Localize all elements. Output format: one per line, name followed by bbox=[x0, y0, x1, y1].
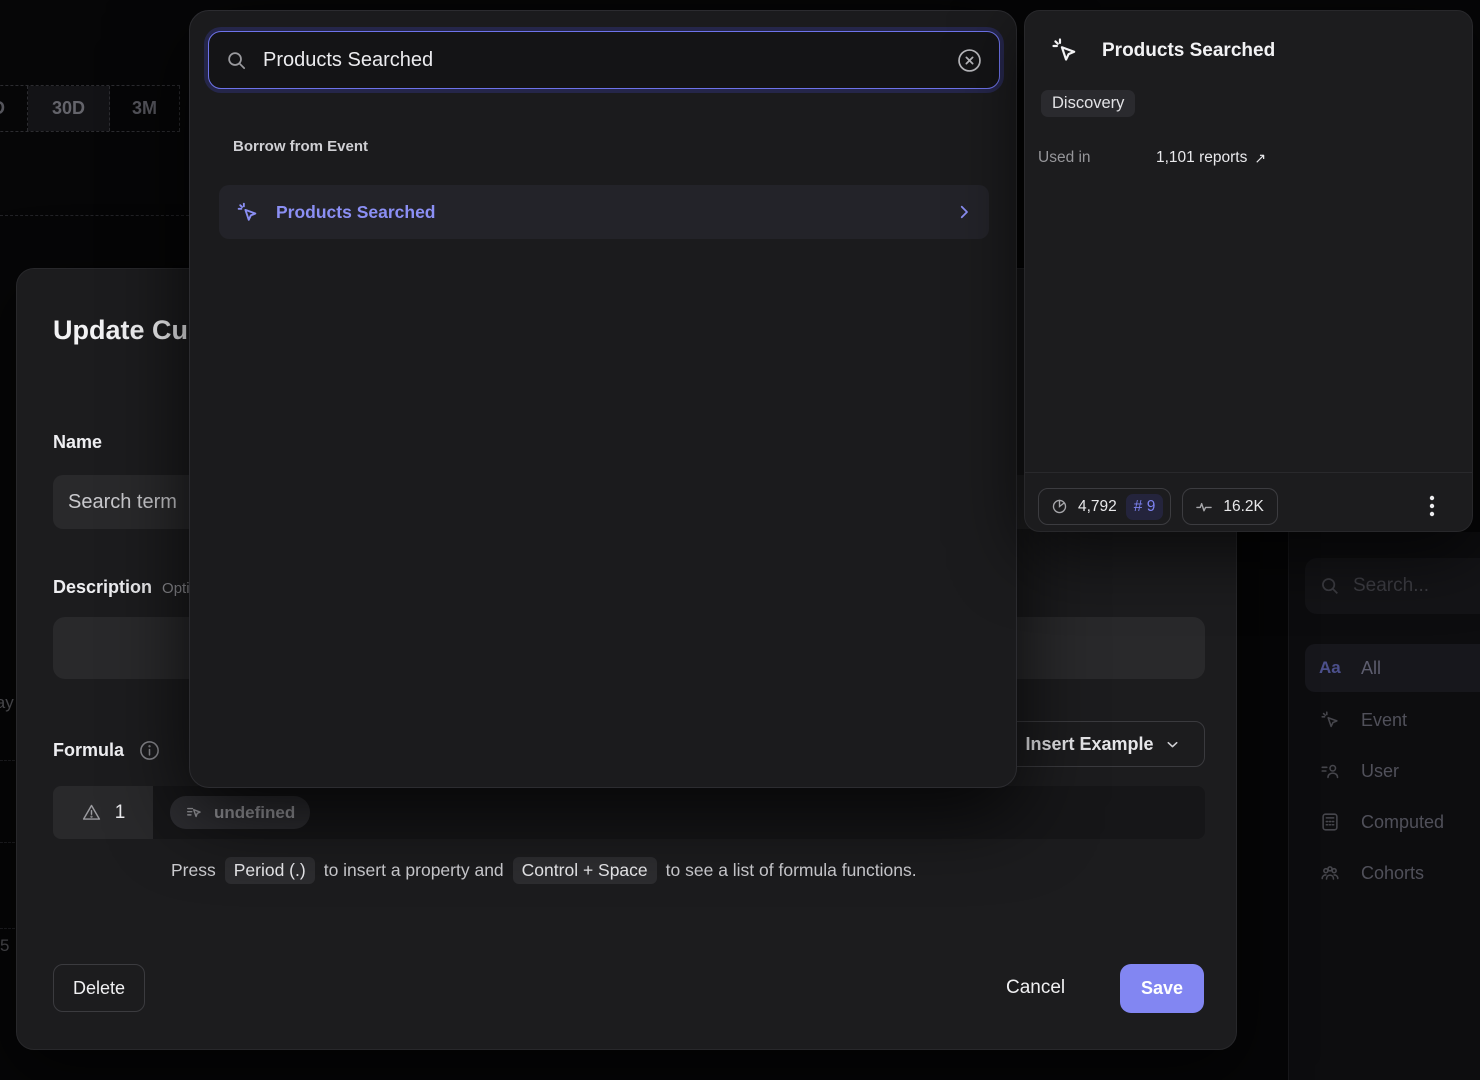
sidebar-item-label: Cohorts bbox=[1361, 863, 1424, 884]
search-box bbox=[208, 31, 1000, 89]
sidebar-item-label: User bbox=[1361, 761, 1399, 782]
sidebar-item-label: Event bbox=[1361, 710, 1407, 731]
save-button[interactable]: Save bbox=[1120, 964, 1204, 1013]
unique-count-pill[interactable]: 4,792 # 9 bbox=[1038, 488, 1171, 525]
rank-badge: # 9 bbox=[1126, 494, 1164, 520]
insert-example-label: Insert Example bbox=[1025, 734, 1153, 755]
formula-error-badge: 1 bbox=[53, 786, 153, 839]
panel-divider bbox=[1025, 472, 1472, 473]
cohorts-people-icon bbox=[1319, 862, 1341, 884]
background-gridline bbox=[0, 842, 15, 843]
dialog-title: Update Cu bbox=[53, 315, 188, 346]
total-count-value: 16.2K bbox=[1223, 498, 1264, 516]
event-stats-row: 4,792 # 9 16.2K bbox=[1038, 488, 1278, 525]
category-badge: Discovery bbox=[1041, 90, 1135, 117]
property-search-dropdown: Borrow from Event Products Searched bbox=[189, 10, 1017, 788]
kbd-period: Period (.) bbox=[225, 857, 315, 884]
used-in-label: Used in bbox=[1038, 149, 1156, 167]
event-property-icon bbox=[185, 803, 204, 822]
error-count: 1 bbox=[115, 802, 126, 824]
chevron-right-icon bbox=[955, 203, 973, 221]
search-result-products-searched[interactable]: Products Searched bbox=[219, 185, 989, 239]
sidebar-item-label: Computed bbox=[1361, 812, 1444, 833]
formula-editor-row: 1 undefined bbox=[53, 786, 1205, 839]
close-circle-icon bbox=[956, 47, 983, 74]
cancel-button[interactable]: Cancel bbox=[992, 969, 1079, 1007]
sidebar-search-input[interactable] bbox=[1353, 575, 1463, 597]
sidebar-search-box[interactable] bbox=[1305, 558, 1480, 614]
insert-example-button[interactable]: Insert Example bbox=[1001, 721, 1205, 767]
result-label: Products Searched bbox=[276, 202, 939, 223]
formula-property-chip[interactable]: undefined bbox=[170, 796, 310, 829]
formula-label-row: Formula bbox=[53, 739, 161, 762]
event-cursor-icon bbox=[1319, 709, 1341, 731]
name-label: Name bbox=[53, 432, 102, 453]
search-icon bbox=[1319, 575, 1341, 597]
more-options-button[interactable] bbox=[1417, 487, 1447, 525]
sidebar-item-user[interactable]: User bbox=[1305, 747, 1480, 795]
clear-search-button[interactable] bbox=[956, 47, 983, 74]
formula-hint: Press Period (.) to insert a property an… bbox=[171, 857, 917, 884]
unique-count-value: 4,792 bbox=[1078, 498, 1117, 516]
chevron-down-icon bbox=[1164, 736, 1181, 753]
arrow-up-right-icon: ↗ bbox=[1254, 150, 1266, 167]
section-header: Borrow from Event bbox=[233, 138, 368, 155]
info-icon[interactable] bbox=[138, 739, 161, 762]
hint-text: to see a list of formula functions. bbox=[666, 860, 917, 881]
kebab-menu-icon bbox=[1423, 493, 1441, 519]
aa-icon: Aa bbox=[1319, 658, 1341, 678]
activity-pulse-icon bbox=[1194, 497, 1214, 517]
sidebar-item-event[interactable]: Event bbox=[1305, 696, 1480, 744]
property-search-input[interactable] bbox=[263, 49, 941, 72]
time-range-30d[interactable]: 30D bbox=[28, 86, 110, 131]
sidebar-item-label: All bbox=[1361, 658, 1381, 679]
pie-chart-icon bbox=[1050, 497, 1069, 516]
time-range-3m[interactable]: 3M bbox=[110, 86, 180, 131]
background-gridline bbox=[0, 215, 189, 216]
description-label-text: Description bbox=[53, 577, 152, 598]
background-gridline bbox=[0, 928, 15, 929]
used-in-reports-link[interactable]: 1,101 reports ↗ bbox=[1156, 149, 1266, 167]
time-range-selector: D 30D 3M bbox=[0, 85, 180, 132]
warning-triangle-icon bbox=[81, 802, 102, 823]
event-cursor-icon bbox=[1049, 35, 1080, 66]
formula-input[interactable]: undefined bbox=[153, 786, 1205, 839]
total-count-pill[interactable]: 16.2K bbox=[1182, 488, 1278, 525]
event-details-panel: Products Searched Discovery Used in 1,10… bbox=[1024, 10, 1473, 532]
formula-chip-label: undefined bbox=[214, 803, 295, 823]
time-range-7d[interactable]: D bbox=[0, 86, 28, 131]
property-type-sidebar: Aa All Event User Computed bbox=[1288, 532, 1480, 1080]
sidebar-item-cohorts[interactable]: Cohorts bbox=[1305, 849, 1480, 897]
kbd-control-space: Control + Space bbox=[513, 857, 657, 884]
event-details-header: Products Searched bbox=[1049, 35, 1275, 66]
user-profile-icon bbox=[1319, 760, 1341, 782]
calculator-icon bbox=[1319, 811, 1341, 833]
background-axis-label: lay bbox=[0, 693, 14, 713]
event-title: Products Searched bbox=[1102, 40, 1275, 62]
used-in-value: 1,101 reports bbox=[1156, 149, 1247, 167]
formula-label: Formula bbox=[53, 740, 124, 761]
search-icon bbox=[225, 49, 248, 72]
background-gridline bbox=[0, 760, 15, 761]
sidebar-item-computed[interactable]: Computed bbox=[1305, 798, 1480, 846]
sidebar-item-all[interactable]: Aa All bbox=[1305, 644, 1480, 692]
delete-button[interactable]: Delete bbox=[53, 964, 145, 1012]
event-cursor-icon bbox=[235, 200, 260, 225]
used-in-row: Used in 1,101 reports ↗ bbox=[1038, 149, 1266, 167]
hint-text: to insert a property and bbox=[324, 860, 504, 881]
background-axis-value: 5 bbox=[0, 936, 9, 956]
hint-text: Press bbox=[171, 860, 216, 881]
